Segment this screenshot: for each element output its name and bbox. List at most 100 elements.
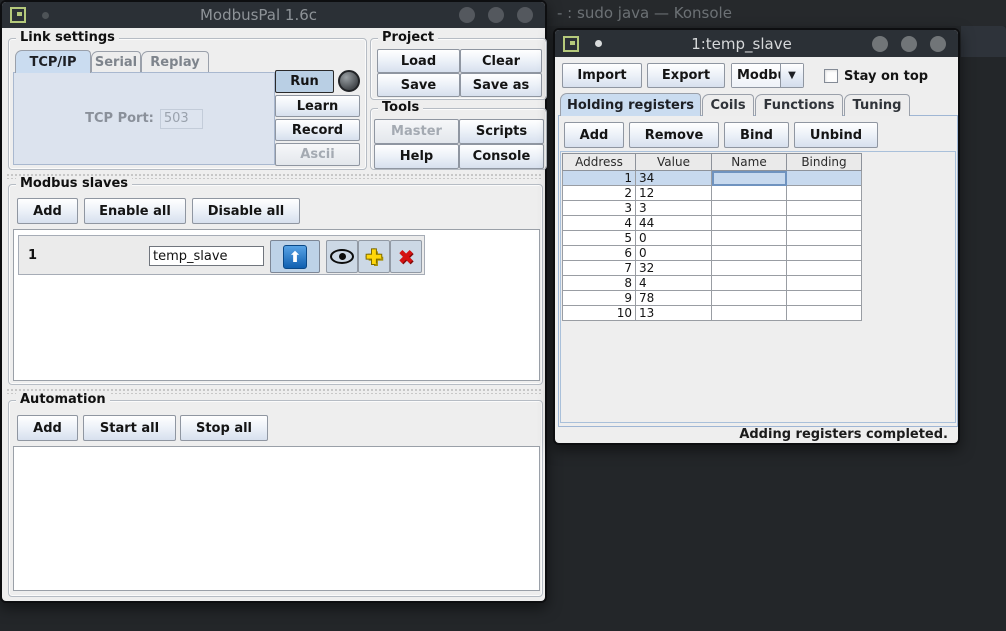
slave-enable-toggle[interactable] bbox=[270, 240, 320, 273]
cell-name[interactable] bbox=[712, 306, 787, 321]
register-add-button[interactable]: Add bbox=[564, 122, 624, 148]
slave-close-button[interactable] bbox=[930, 36, 946, 52]
cell-address[interactable]: 2 bbox=[563, 186, 636, 201]
disable-all-button[interactable]: Disable all bbox=[192, 198, 300, 224]
table-row[interactable]: 1013 bbox=[563, 306, 862, 321]
cell-name[interactable] bbox=[712, 201, 787, 216]
cell-address[interactable]: 9 bbox=[563, 291, 636, 306]
load-button[interactable]: Load bbox=[377, 49, 460, 73]
cell-value[interactable]: 0 bbox=[636, 231, 712, 246]
tab-serial[interactable]: Serial bbox=[91, 51, 141, 73]
cell-value[interactable]: 78 bbox=[636, 291, 712, 306]
cell-value[interactable]: 12 bbox=[636, 186, 712, 201]
header-value[interactable]: Value bbox=[636, 154, 712, 171]
register-remove-button[interactable]: Remove bbox=[629, 122, 719, 148]
cell-binding[interactable] bbox=[787, 216, 862, 231]
minimize-button[interactable] bbox=[459, 7, 475, 23]
tab-holding-registers[interactable]: Holding registers bbox=[560, 93, 701, 116]
slave-maximize-button[interactable] bbox=[901, 36, 917, 52]
cell-address[interactable]: 3 bbox=[563, 201, 636, 216]
cell-name[interactable] bbox=[712, 216, 787, 231]
slave-duplicate-button[interactable] bbox=[358, 240, 390, 273]
cell-name[interactable] bbox=[712, 171, 787, 186]
cell-address[interactable]: 5 bbox=[563, 231, 636, 246]
import-button[interactable]: Import bbox=[562, 63, 642, 88]
cell-value[interactable]: 4 bbox=[636, 276, 712, 291]
start-all-button[interactable]: Start all bbox=[83, 415, 176, 441]
cell-binding[interactable] bbox=[787, 291, 862, 306]
cell-value[interactable]: 0 bbox=[636, 246, 712, 261]
tab-tuning[interactable]: Tuning bbox=[844, 94, 910, 116]
cell-value[interactable]: 13 bbox=[636, 306, 712, 321]
stay-on-top-checkbox[interactable] bbox=[824, 69, 838, 83]
table-row[interactable]: 212 bbox=[563, 186, 862, 201]
stop-all-button[interactable]: Stop all bbox=[180, 415, 268, 441]
cell-address[interactable]: 8 bbox=[563, 276, 636, 291]
cell-value[interactable]: 44 bbox=[636, 216, 712, 231]
export-button[interactable]: Export bbox=[647, 63, 725, 88]
clear-button[interactable]: Clear bbox=[460, 49, 542, 73]
table-row[interactable]: 50 bbox=[563, 231, 862, 246]
slave-name-input[interactable] bbox=[149, 246, 264, 266]
table-row[interactable]: 60 bbox=[563, 246, 862, 261]
cell-address[interactable]: 4 bbox=[563, 216, 636, 231]
slave-minimize-button[interactable] bbox=[872, 36, 888, 52]
main-window-titlebar[interactable]: ModbusPal 1.6c bbox=[2, 2, 545, 28]
cell-value[interactable]: 34 bbox=[636, 171, 712, 186]
header-name[interactable]: Name bbox=[712, 154, 787, 171]
console-button[interactable]: Console bbox=[459, 144, 544, 169]
tab-coils[interactable]: Coils bbox=[702, 94, 754, 116]
table-row[interactable]: 978 bbox=[563, 291, 862, 306]
slave-window-titlebar[interactable]: 1:temp_slave bbox=[555, 30, 958, 57]
record-button[interactable]: Record bbox=[275, 119, 360, 141]
cell-address[interactable]: 7 bbox=[563, 261, 636, 276]
tab-replay[interactable]: Replay bbox=[141, 51, 209, 73]
learn-button[interactable]: Learn bbox=[275, 95, 360, 117]
cell-binding[interactable] bbox=[787, 231, 862, 246]
cell-binding[interactable] bbox=[787, 201, 862, 216]
table-row[interactable]: 444 bbox=[563, 216, 862, 231]
save-button[interactable]: Save bbox=[377, 73, 460, 97]
cell-name[interactable] bbox=[712, 246, 787, 261]
help-button[interactable]: Help bbox=[374, 144, 459, 169]
cell-value[interactable]: 3 bbox=[636, 201, 712, 216]
cell-name[interactable] bbox=[712, 186, 787, 201]
tab-tcpip[interactable]: TCP/IP bbox=[15, 50, 91, 73]
cell-binding[interactable] bbox=[787, 246, 862, 261]
register-bind-button[interactable]: Bind bbox=[724, 122, 789, 148]
cell-binding[interactable] bbox=[787, 261, 862, 276]
register-unbind-button[interactable]: Unbind bbox=[794, 122, 878, 148]
cell-name[interactable] bbox=[712, 261, 787, 276]
table-row[interactable]: 84 bbox=[563, 276, 862, 291]
cell-name[interactable] bbox=[712, 291, 787, 306]
maximize-button[interactable] bbox=[488, 7, 504, 23]
protocol-combobox[interactable]: Modbus ▼ bbox=[731, 63, 804, 88]
enable-all-button[interactable]: Enable all bbox=[84, 198, 186, 224]
cell-value[interactable]: 32 bbox=[636, 261, 712, 276]
header-address[interactable]: Address bbox=[563, 154, 636, 171]
scripts-button[interactable]: Scripts bbox=[459, 119, 544, 144]
konsole-titlebar[interactable]: - : sudo java — Konsole bbox=[545, 0, 1006, 26]
slave-show-button[interactable] bbox=[326, 240, 358, 273]
table-row[interactable]: 134 bbox=[563, 171, 862, 186]
table-row[interactable]: 33 bbox=[563, 201, 862, 216]
table-row[interactable]: 732 bbox=[563, 261, 862, 276]
tab-functions[interactable]: Functions bbox=[755, 94, 843, 116]
cell-address[interactable]: 1 bbox=[563, 171, 636, 186]
automation-add-button[interactable]: Add bbox=[17, 415, 78, 441]
tcp-port-input[interactable] bbox=[160, 109, 203, 129]
cell-address[interactable]: 6 bbox=[563, 246, 636, 261]
slave-add-button[interactable]: Add bbox=[17, 198, 78, 224]
cell-name[interactable] bbox=[712, 231, 787, 246]
cell-binding[interactable] bbox=[787, 306, 862, 321]
cell-binding[interactable] bbox=[787, 186, 862, 201]
save-as-button[interactable]: Save as bbox=[460, 73, 542, 97]
cell-name[interactable] bbox=[712, 276, 787, 291]
run-button[interactable]: Run bbox=[275, 70, 334, 93]
cell-binding[interactable] bbox=[787, 171, 862, 186]
cell-address[interactable]: 10 bbox=[563, 306, 636, 321]
header-binding[interactable]: Binding bbox=[787, 154, 862, 171]
cell-binding[interactable] bbox=[787, 276, 862, 291]
close-button[interactable] bbox=[517, 7, 533, 23]
slave-delete-button[interactable] bbox=[390, 240, 422, 273]
